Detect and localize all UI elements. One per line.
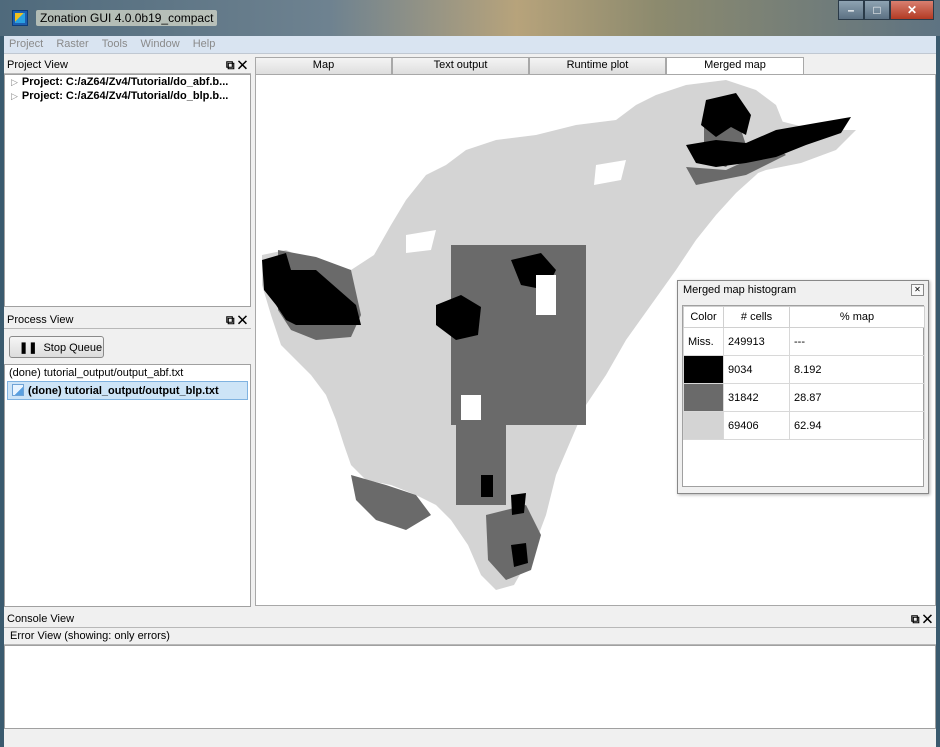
row-cells: 249913 bbox=[723, 327, 790, 356]
panel-float-close-icons[interactable]: ⧉ ✕ bbox=[911, 612, 932, 627]
map-black-region-south bbox=[481, 475, 493, 497]
histogram-table: Color # cells % map Miss. 249913 --- 903… bbox=[683, 306, 925, 440]
stop-queue-button[interactable]: ❚❚ Stop Queue bbox=[9, 336, 104, 358]
menu-project[interactable]: Project bbox=[4, 36, 48, 52]
project-item-label: Project: C:/aZ64/Zv4/Tutorial/do_blp.b..… bbox=[21, 90, 229, 102]
panel-float-close-icons[interactable]: ⧉ ✕ bbox=[226, 58, 247, 73]
project-tree-item[interactable]: ▷ Project: C:/aZ64/Zv4/Tutorial/do_blp.b.… bbox=[5, 89, 250, 103]
menu-bar: Project Raster Tools Window Help bbox=[4, 36, 936, 54]
menu-help[interactable]: Help bbox=[188, 36, 221, 52]
console-view-panel: Console View ⧉ ✕ Error View (showing: on… bbox=[4, 611, 936, 747]
process-item[interactable]: (done) tutorial_output/output_abf.txt bbox=[5, 365, 250, 381]
swatch-fill bbox=[684, 384, 723, 411]
table-row: 31842 28.87 bbox=[683, 383, 925, 412]
process-list: (done) tutorial_output/output_abf.txt (d… bbox=[4, 364, 251, 607]
maximize-button[interactable]: □ bbox=[864, 0, 890, 20]
color-swatch bbox=[683, 355, 724, 384]
window-title: Zonation GUI 4.0.0b19_compact bbox=[36, 10, 218, 26]
close-icon[interactable]: ✕ bbox=[911, 284, 924, 296]
process-item-selected[interactable]: (done) tutorial_output/output_blp.txt bbox=[7, 381, 248, 400]
expand-arrow-icon[interactable]: ▷ bbox=[11, 91, 18, 101]
row-cells: 9034 bbox=[723, 355, 790, 384]
color-swatch bbox=[683, 383, 724, 412]
swatch-fill bbox=[684, 412, 723, 439]
project-view-header: Project View ⧉ ✕ bbox=[4, 57, 251, 74]
pause-icon: ❚❚ bbox=[19, 342, 38, 354]
menu-window[interactable]: Window bbox=[136, 36, 185, 52]
expand-arrow-icon[interactable]: ▷ bbox=[11, 77, 18, 87]
tab-map[interactable]: Map bbox=[255, 57, 392, 74]
tab-runtime-plot[interactable]: Runtime plot bbox=[529, 57, 666, 74]
table-row: 69406 62.94 bbox=[683, 411, 925, 440]
row-pct: 28.87 bbox=[789, 383, 925, 412]
panel-float-close-icons[interactable]: ⧉ ✕ bbox=[226, 313, 247, 328]
col-header-pct: % map bbox=[789, 306, 925, 328]
zonation-app-icon bbox=[12, 10, 28, 26]
tab-merged-map[interactable]: Merged map bbox=[666, 57, 804, 75]
merged-map-canvas[interactable]: Merged map histogram ✕ Color # cells % m… bbox=[255, 74, 936, 606]
project-view-panel: Project View ⧉ ✕ ▷ Project: C:/aZ64/Zv4/T… bbox=[4, 57, 251, 307]
histogram-table-container: Color # cells % map Miss. 249913 --- 903… bbox=[682, 305, 925, 487]
row-cells: 31842 bbox=[723, 383, 790, 412]
menu-raster[interactable]: Raster bbox=[51, 36, 93, 52]
col-header-color: Color bbox=[683, 306, 724, 328]
map-hole bbox=[461, 395, 481, 420]
console-output[interactable] bbox=[4, 645, 936, 729]
main-content: Project View ⧉ ✕ ▷ Project: C:/aZ64/Zv4/T… bbox=[4, 54, 936, 747]
process-view-title: Process View bbox=[7, 314, 74, 326]
swatch-fill bbox=[684, 356, 723, 383]
color-swatch bbox=[683, 411, 724, 440]
menu-tools[interactable]: Tools bbox=[97, 36, 133, 52]
close-button[interactable]: ✕ bbox=[890, 0, 934, 20]
process-view-header: Process View ⧉ ✕ bbox=[4, 312, 251, 329]
status-bar bbox=[4, 729, 936, 747]
row-color-label: Miss. bbox=[683, 327, 724, 356]
table-row: 9034 8.192 bbox=[683, 355, 925, 384]
process-view-panel: Process View ⧉ ✕ ❚❚ Stop Queue (done) tut… bbox=[4, 312, 251, 607]
document-icon bbox=[12, 384, 24, 396]
histogram-dialog[interactable]: Merged map histogram ✕ Color # cells % m… bbox=[677, 280, 929, 494]
window-controls: – □ ✕ bbox=[838, 0, 934, 22]
project-view-title: Project View bbox=[7, 59, 68, 71]
process-item-label: (done) tutorial_output/output_blp.txt bbox=[28, 385, 219, 397]
project-item-label: Project: C:/aZ64/Zv4/Tutorial/do_abf.b..… bbox=[21, 76, 229, 88]
console-view-title: Console View bbox=[7, 613, 75, 625]
map-black-region-tip bbox=[511, 543, 528, 567]
map-black-region-south2 bbox=[511, 493, 526, 515]
map-hole bbox=[536, 275, 556, 315]
row-pct: 62.94 bbox=[789, 411, 925, 440]
row-pct: --- bbox=[789, 327, 925, 356]
row-pct: 8.192 bbox=[789, 355, 925, 384]
project-tree: ▷ Project: C:/aZ64/Zv4/Tutorial/do_abf.b.… bbox=[4, 74, 251, 307]
col-header-cells: # cells bbox=[723, 306, 790, 328]
stop-queue-label: Stop Queue bbox=[43, 342, 103, 354]
minimize-button[interactable]: – bbox=[838, 0, 864, 20]
view-tabs: Map Text output Runtime plot Merged map bbox=[255, 57, 936, 75]
title-bar: Zonation GUI 4.0.0b19_compact – □ ✕ bbox=[0, 0, 940, 36]
error-view-label: Error View (showing: only errors) bbox=[4, 628, 936, 645]
tab-text-output[interactable]: Text output bbox=[392, 57, 529, 74]
project-tree-item[interactable]: ▷ Project: C:/aZ64/Zv4/Tutorial/do_abf.b.… bbox=[5, 75, 250, 89]
histogram-title: Merged map histogram bbox=[683, 284, 797, 296]
row-cells: 69406 bbox=[723, 411, 790, 440]
console-view-header: Console View ⧉ ✕ bbox=[4, 611, 936, 628]
table-row: Miss. 249913 --- bbox=[683, 327, 925, 356]
